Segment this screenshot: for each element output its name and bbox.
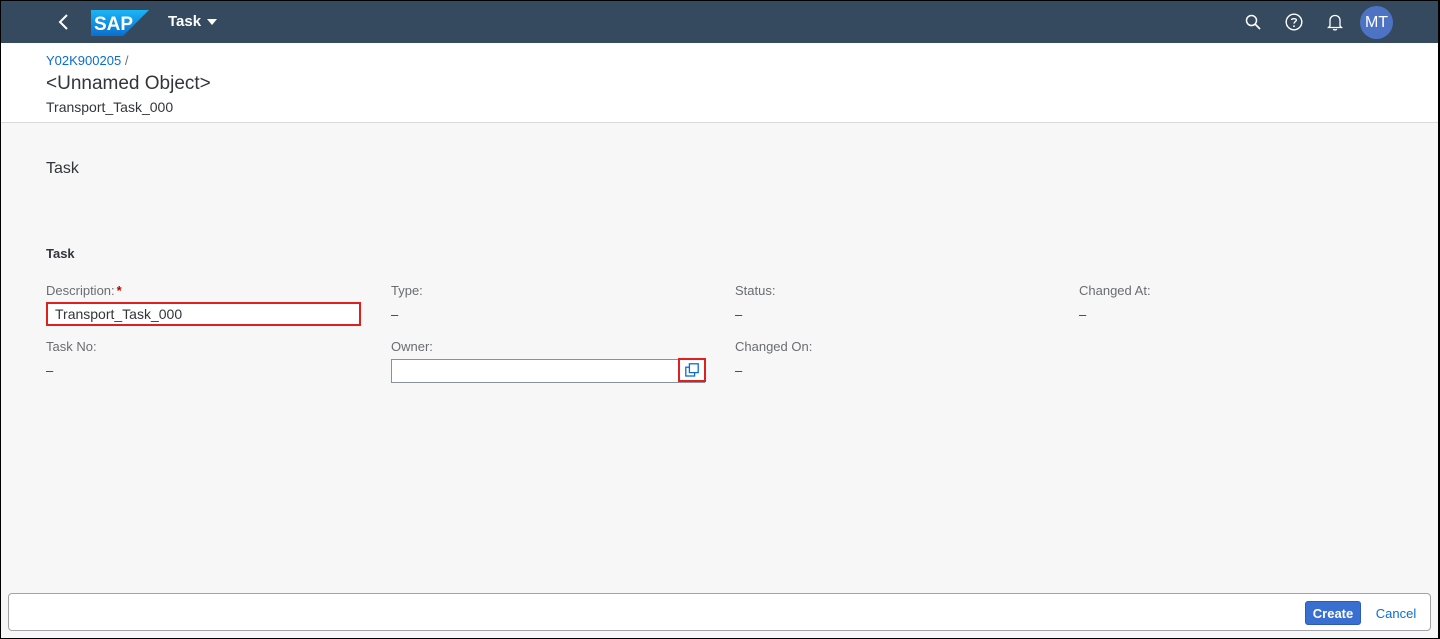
search-icon — [1245, 14, 1261, 30]
changed-at-value: – — [1079, 307, 1087, 322]
value-help-icon — [685, 363, 699, 377]
task-no-label: Task No: — [46, 339, 97, 354]
owner-input[interactable] — [392, 360, 678, 382]
search-button[interactable] — [1241, 10, 1265, 34]
owner-label: Owner: — [391, 339, 433, 354]
section-title: Task — [46, 160, 79, 177]
caret-down-icon — [207, 18, 218, 25]
create-button[interactable]: Create — [1305, 601, 1361, 625]
cancel-button[interactable]: Cancel — [1371, 601, 1421, 625]
owner-field — [391, 358, 706, 383]
svg-text:SAP: SAP — [94, 14, 133, 35]
type-label: Type: — [391, 283, 423, 298]
changed-on-value: – — [735, 363, 743, 378]
status-label: Status: — [735, 283, 776, 298]
back-icon — [58, 14, 68, 30]
app-title-menu[interactable]: Task — [168, 13, 218, 30]
required-mark: * — [116, 283, 122, 298]
breadcrumb-separator: / — [124, 53, 129, 68]
app-title: Task — [168, 13, 202, 30]
shell-bar: SAP Task MT — [1, 1, 1438, 43]
help-button[interactable] — [1282, 10, 1306, 34]
changed-on-label: Changed On: — [735, 339, 813, 354]
back-button[interactable] — [51, 8, 77, 36]
sap-logo[interactable]: SAP — [91, 10, 149, 41]
value-help-button[interactable] — [678, 358, 706, 382]
notifications-button[interactable] — [1323, 10, 1347, 34]
help-icon — [1285, 13, 1303, 31]
app-frame: SAP Task MT Y02K900205 / <Unnamed Object… — [1, 1, 1438, 638]
breadcrumb: Y02K900205 / — [46, 53, 128, 68]
user-avatar[interactable]: MT — [1360, 6, 1393, 39]
footer-toolbar: Create Cancel — [8, 593, 1431, 631]
task-no-value: – — [46, 363, 54, 378]
type-value: – — [391, 307, 399, 322]
description-label: Description: * — [46, 283, 122, 298]
page-title: <Unnamed Object> — [46, 73, 211, 94]
breadcrumb-link[interactable]: Y02K900205 — [46, 53, 121, 68]
description-input[interactable] — [46, 302, 361, 326]
page-subtitle: Transport_Task_000 — [46, 99, 174, 115]
bell-icon — [1327, 14, 1343, 31]
group-title: Task — [46, 246, 75, 261]
object-header: Y02K900205 / <Unnamed Object> Transport_… — [1, 43, 1438, 123]
status-value: – — [735, 307, 743, 322]
changed-at-label: Changed At: — [1079, 283, 1151, 298]
